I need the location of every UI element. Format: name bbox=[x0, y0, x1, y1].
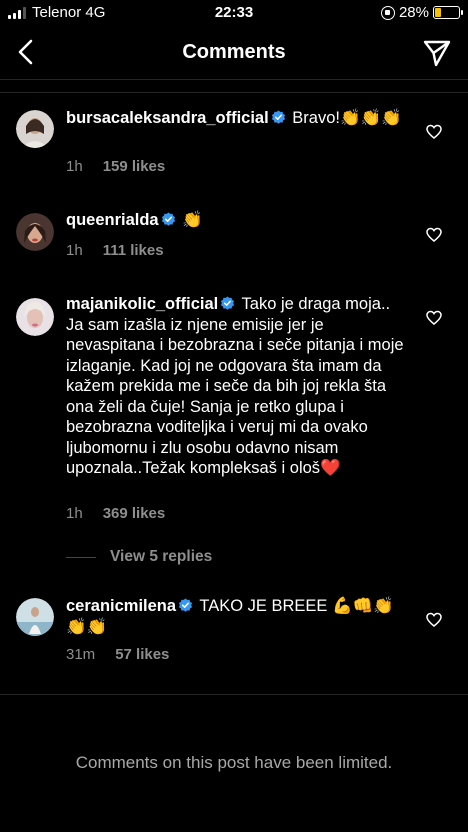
comment-likes[interactable]: 111 likes bbox=[103, 242, 164, 259]
comment-likes[interactable]: 369 likes bbox=[103, 505, 166, 522]
comment-meta: 1h 159 likes bbox=[66, 158, 165, 175]
paper-plane-icon bbox=[423, 40, 451, 67]
status-bar: Telenor 4G 22:33 28% bbox=[0, 0, 468, 26]
comment-text-block: bursacaleksandra_official Bravo!👏👏👏 bbox=[66, 108, 406, 129]
verified-badge-icon bbox=[221, 296, 235, 310]
share-button[interactable] bbox=[422, 38, 452, 68]
comment-text-block: majanikolic_official Tako je draga moja.… bbox=[66, 294, 406, 479]
replies-line bbox=[66, 556, 96, 558]
orientation-lock-icon bbox=[380, 5, 395, 20]
comment-time: 1h bbox=[66, 505, 83, 522]
comment-time: 1h bbox=[66, 158, 83, 175]
comment-meta: 31m 57 likes bbox=[66, 646, 169, 663]
comment-time: 31m bbox=[66, 646, 96, 663]
battery-fill bbox=[435, 8, 442, 17]
avatar[interactable] bbox=[16, 213, 54, 251]
comment-text: Bravo!👏👏👏 bbox=[292, 109, 402, 127]
verified-badge-icon bbox=[179, 598, 193, 612]
comment-username[interactable]: ceranicmilena bbox=[66, 597, 176, 615]
verified-badge-icon bbox=[161, 212, 175, 226]
comment-meta: 1h 111 likes bbox=[66, 242, 164, 259]
comment-likes[interactable]: 159 likes bbox=[103, 158, 166, 175]
page-title: Comments bbox=[182, 41, 286, 63]
comment-likes[interactable]: 57 likes bbox=[115, 646, 169, 663]
battery-icon bbox=[433, 6, 463, 19]
view-replies-button[interactable]: View 5 replies bbox=[66, 548, 212, 566]
heart-icon[interactable] bbox=[426, 227, 442, 243]
footer-divider bbox=[0, 694, 468, 695]
comment-username[interactable]: majanikolic_official bbox=[66, 295, 218, 313]
comment-username[interactable]: bursacaleksandra_official bbox=[66, 109, 269, 127]
comment-username[interactable]: queenrialda bbox=[66, 211, 159, 229]
comment-meta: 1h 369 likes bbox=[66, 505, 165, 522]
comment-text: Tako je draga moja.. Ja sam izašla iz nj… bbox=[66, 295, 404, 477]
comment-time: 1h bbox=[66, 242, 83, 259]
battery-percent: 28% bbox=[398, 4, 429, 21]
comment-text: 👏 bbox=[182, 211, 203, 229]
avatar[interactable] bbox=[16, 298, 54, 336]
comment-text-block: queenrialda 👏 bbox=[66, 210, 406, 231]
heart-icon[interactable] bbox=[426, 310, 442, 326]
verified-badge-icon bbox=[271, 110, 285, 124]
header-divider bbox=[0, 92, 468, 93]
heart-icon[interactable] bbox=[426, 612, 442, 628]
avatar[interactable] bbox=[16, 598, 54, 636]
comments-limited-notice: Comments on this post have been limited. bbox=[75, 753, 393, 772]
view-replies-label: View 5 replies bbox=[110, 548, 213, 565]
status-right: 28% bbox=[380, 4, 463, 21]
header: Comments bbox=[0, 26, 468, 80]
heart-icon[interactable] bbox=[426, 124, 442, 140]
avatar[interactable] bbox=[16, 110, 54, 148]
comment-text-block: ceranicmilena TAKO JE BREEE 💪👊👏👏👏 bbox=[66, 596, 406, 637]
back-button[interactable] bbox=[10, 36, 42, 68]
chevron-left-icon bbox=[18, 39, 33, 65]
